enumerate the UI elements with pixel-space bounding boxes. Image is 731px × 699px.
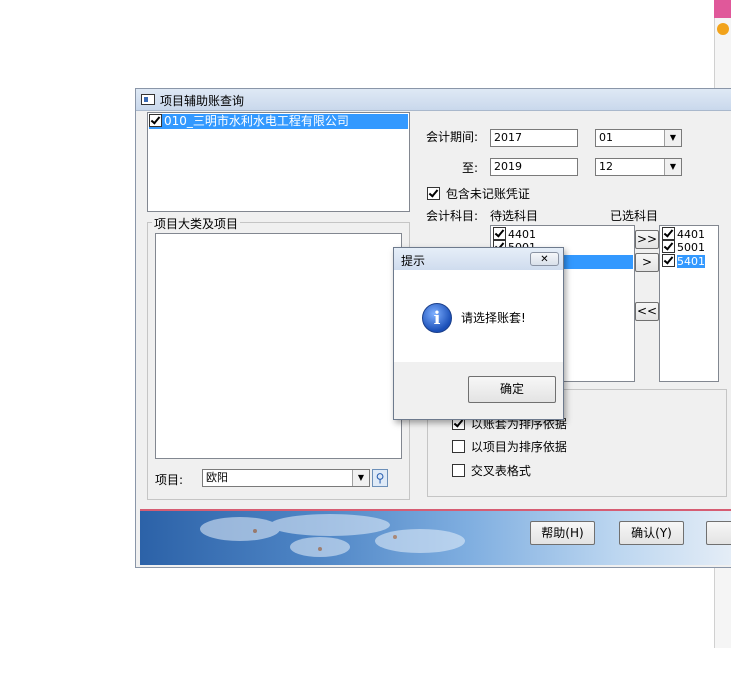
chevron-down-icon[interactable]: ▼ (664, 159, 681, 175)
month-to-combo[interactable]: 12 ▼ (595, 158, 682, 176)
sort-option-label: 以项目为排序依据 (470, 440, 567, 454)
dialog-title-bar: 提示 ✕ (394, 248, 563, 270)
sort-option-checkbox[interactable] (452, 464, 465, 477)
selected-item[interactable]: 5401 (662, 254, 705, 268)
selected-item-label: 5001 (677, 241, 705, 254)
search-icon[interactable]: ⚲ (372, 469, 388, 487)
period-to-label: 至: (462, 161, 479, 175)
sort-option-checkbox[interactable] (452, 440, 465, 453)
window-icon (141, 94, 155, 105)
include-unposted-checkbox[interactable] (427, 187, 440, 200)
selected-item-label: 5401 (677, 255, 705, 268)
extra-button[interactable] (706, 521, 731, 545)
pending-subjects-label: 待选科目 (490, 209, 539, 223)
selected-subjects-list[interactable]: 4401 5001 5401 (659, 225, 719, 382)
selected-subjects-label: 已选科目 (610, 209, 659, 223)
project-value: 欧阳 (206, 471, 228, 484)
title-bar: 项目辅助账查询 (136, 89, 731, 111)
sort-option[interactable]: 交叉表格式 (452, 462, 531, 479)
account-list[interactable]: 010_三明市水利水电工程有限公司 (147, 112, 410, 212)
confirm-button[interactable]: 确认(Y) (619, 521, 684, 545)
chevron-down-icon[interactable]: ▼ (664, 130, 681, 146)
project-group-legend: 项目大类及项目 (152, 215, 241, 232)
help-button[interactable]: 帮助(H) (530, 521, 595, 545)
close-icon[interactable]: ✕ (530, 252, 559, 266)
pending-item[interactable]: 4401 (493, 227, 536, 241)
ok-button[interactable]: 确定 (468, 376, 556, 403)
include-unposted-option[interactable]: 包含未记账凭证 (427, 185, 530, 202)
selected-item[interactable]: 4401 (662, 227, 705, 241)
project-label: 项目: (155, 473, 184, 487)
info-icon: i (422, 303, 452, 333)
month-from-combo[interactable]: 01 ▼ (595, 129, 682, 147)
month-to-value: 12 (599, 160, 613, 173)
project-tree[interactable] (155, 233, 402, 459)
year-to-field[interactable]: 2019 (490, 158, 578, 176)
side-panel-accent (714, 0, 731, 18)
world-map-graphic (200, 514, 465, 557)
sort-option-label: 交叉表格式 (470, 464, 531, 478)
move-all-right-button[interactable]: >> (635, 230, 659, 249)
account-label: 010_三明市水利水电工程有限公司 (164, 114, 349, 128)
sort-option[interactable]: 以项目为排序依据 (452, 438, 567, 455)
dialog-title: 提示 (401, 254, 426, 268)
alert-dialog: 提示 ✕ i 请选择账套! 确定 (393, 247, 564, 420)
selected-item-checkbox[interactable] (662, 254, 675, 267)
shield-icon[interactable] (717, 23, 729, 35)
move-all-left-button[interactable]: << (635, 302, 659, 321)
year-from-field[interactable]: 2017 (490, 129, 578, 147)
selected-item[interactable]: 5001 (662, 240, 705, 254)
move-right-button[interactable]: > (635, 253, 659, 272)
dialog-message: 请选择账套! (461, 311, 526, 325)
window-title: 项目辅助账查询 (160, 94, 245, 108)
chevron-down-icon[interactable]: ▼ (352, 470, 369, 486)
month-from-value: 01 (599, 131, 613, 144)
account-row[interactable]: 010_三明市水利水电工程有限公司 (149, 114, 408, 129)
pending-item-checkbox[interactable] (493, 227, 506, 240)
selected-item-checkbox[interactable] (662, 227, 675, 240)
subject-label: 会计科目: (426, 209, 479, 223)
period-from-label: 会计期间: (426, 130, 479, 144)
selected-item-checkbox[interactable] (662, 240, 675, 253)
project-combo[interactable]: 欧阳 ▼ (202, 469, 370, 487)
include-unposted-label: 包含未记账凭证 (445, 187, 530, 201)
account-checkbox[interactable] (149, 114, 162, 127)
